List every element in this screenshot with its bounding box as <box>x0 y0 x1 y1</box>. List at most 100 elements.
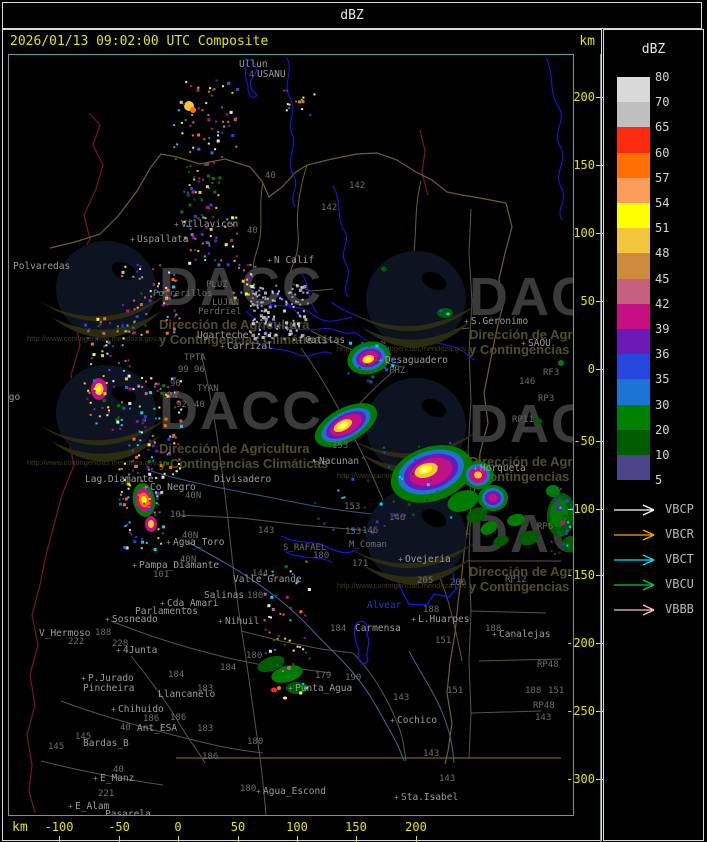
radar-map-canvas[interactable]: DACCDirección de Agriculturay Contingenc… <box>3 55 638 820</box>
main-panel: 2026/01/13 09:02:00 UTC Composite km DAC… <box>2 29 638 842</box>
right-axis-tick-label: 150 <box>573 158 595 172</box>
map-place-label: 205 <box>417 576 433 586</box>
map-place-label: Polvaredas <box>13 261 70 272</box>
legend-swatch <box>617 303 650 329</box>
radar-map[interactable]: DACC Dirección de Agricultura y Contingenc… <box>3 54 638 820</box>
legend-swatch <box>617 152 650 178</box>
legend-vector-label: VBBB <box>665 602 694 616</box>
map-place-label: Ovejeria <box>405 554 451 565</box>
svg-text:DACC: DACC <box>159 381 323 441</box>
svg-text:y Contingencias Climáticas: y Contingencias Climáticas <box>159 456 328 471</box>
map-place-label: Alvear <box>367 600 402 611</box>
map-place-label: SAOU <box>528 338 551 349</box>
right-axis-tick <box>596 575 603 576</box>
bottom-axis-tick <box>297 836 298 842</box>
legend-vector-label: VBCT <box>665 552 694 566</box>
map-place-label: 222 <box>68 637 84 647</box>
svg-text:+: + <box>166 538 171 547</box>
map-place-label: 153 <box>332 441 348 451</box>
map-place-label: 146 <box>389 513 405 523</box>
svg-text:+: + <box>218 617 223 626</box>
map-place-label: 143 <box>423 749 439 759</box>
legend-swatch <box>617 228 650 254</box>
map-place-label: Ant_ESA <box>137 723 177 734</box>
right-axis-tick <box>596 165 603 166</box>
legend-swatch <box>617 379 650 405</box>
echo-speckles <box>83 79 584 695</box>
map-place-label: Divisadero <box>214 474 271 485</box>
map-place-label: Canalejas <box>499 629 550 640</box>
map-place-label: 153 <box>344 502 360 512</box>
map-place-label: PHZ <box>389 366 406 376</box>
bottom-axis-tick <box>356 836 357 842</box>
map-place-label: RP48 <box>533 701 555 711</box>
map-place-label: 143 <box>393 693 409 703</box>
legend-scale-label: 35 <box>655 372 670 387</box>
svg-text:+: + <box>105 615 110 624</box>
svg-text:+: + <box>473 464 478 473</box>
map-place-label: Pampa_Diamante <box>139 560 219 571</box>
svg-text:http://www.contingencias.mendo: http://www.contingencias.mendoza.gov.ar <box>27 458 165 467</box>
right-axis-tick-label: 0 <box>587 362 595 376</box>
legend-scale-label: 65 <box>655 120 670 135</box>
legend-scale-label: 45 <box>655 271 670 286</box>
map-place-label: L.Huarpes <box>418 614 469 625</box>
map-place-label: Villavicen <box>181 219 238 230</box>
svg-text:+: + <box>298 336 303 345</box>
map-place-label: 4 <box>249 70 254 80</box>
map-place-label: Perdriel <box>198 307 241 317</box>
legend-scale-label: 80 <box>655 70 670 84</box>
map-place-label: 180 <box>247 591 263 601</box>
legend-vector-row: VBBB <box>612 602 694 616</box>
right-axis-tick <box>596 233 603 234</box>
legend-scale-label: 51 <box>655 221 670 236</box>
legend-swatch <box>617 278 650 304</box>
map-place-label: Bardas_B <box>83 738 129 749</box>
map-place-label: Agua_Toro <box>173 537 225 548</box>
legend-swatch <box>617 354 650 380</box>
legend-swatch <box>617 404 650 430</box>
bottom-axis-tick-label: 0 <box>174 820 182 834</box>
svg-text:+: + <box>312 457 317 466</box>
legend-scale-label: 70 <box>655 95 670 110</box>
svg-text:+: + <box>398 555 403 564</box>
right-axis-tick-label: 50 <box>580 294 595 308</box>
vbcp-arrow-icon <box>614 504 655 516</box>
map-place-label: 190 <box>345 673 361 683</box>
legend-vector-label: VBCP <box>665 502 694 516</box>
map-place-label: Potrerillos <box>153 289 213 299</box>
map-place-label: 206 <box>450 578 466 588</box>
legend-scale-label: 48 <box>655 246 670 261</box>
map-place-label: 184 <box>330 624 346 634</box>
storm-cell <box>478 485 508 511</box>
map-place-label: 188 <box>525 686 541 696</box>
map-place-label: RF3 <box>543 368 559 378</box>
svg-text:+: + <box>288 684 293 693</box>
legend-scale-label: 10 <box>655 448 670 462</box>
map-place-label: 146 <box>362 526 378 536</box>
right-axis-tick <box>596 643 603 644</box>
bottom-axis-tick <box>119 836 120 842</box>
bottom-axis-tick-label: 200 <box>405 820 427 834</box>
legend-swatch <box>617 253 650 279</box>
legend-scale-label: 42 <box>655 296 670 311</box>
svg-text:Dirección de Agricultura: Dirección de Agricultura <box>159 441 310 456</box>
timestamp: 2026/01/13 09:02:00 UTC Composite <box>10 34 269 49</box>
map-place-label: Nihuil <box>225 616 259 627</box>
map-place-label: 186 <box>202 752 218 762</box>
map-place-label: Desaguadero <box>385 355 448 366</box>
map-place-label: 184 <box>168 670 184 680</box>
right-axis-tick <box>596 711 603 712</box>
map-place-label: ago <box>9 392 20 403</box>
map-place-label: 142 <box>321 203 337 213</box>
map-place-label: TPTA <box>184 353 206 363</box>
map-place-label: Horqueta <box>480 463 526 474</box>
legend-vector-row: VBCR <box>612 527 694 541</box>
map-place-label: 180 <box>246 651 262 661</box>
bottom-axis-tick-label: -100 <box>44 820 74 834</box>
svg-text:+: + <box>390 716 395 725</box>
right-axis-tick-label: -50 <box>573 434 595 448</box>
title-bar: dBZ <box>2 2 702 29</box>
legend-title: dBZ <box>641 42 666 57</box>
svg-text:+: + <box>130 235 135 244</box>
